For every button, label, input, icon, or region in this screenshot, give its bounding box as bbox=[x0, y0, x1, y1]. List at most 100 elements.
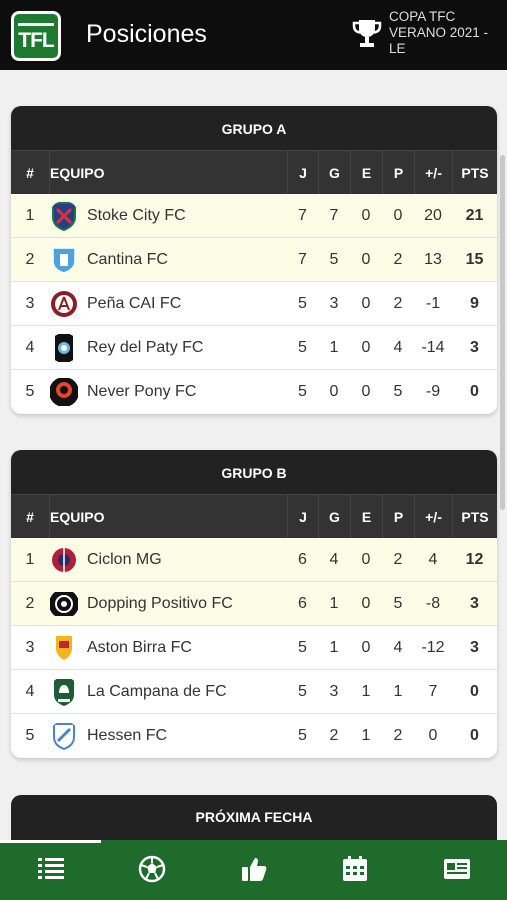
row-g: 1 bbox=[329, 639, 339, 656]
row-j: 5 bbox=[298, 383, 307, 400]
team-cell[interactable]: Aston Birra FC bbox=[49, 626, 287, 670]
row-p: 5 bbox=[393, 595, 403, 612]
team-cell[interactable]: Never Pony FC bbox=[49, 370, 287, 414]
team-cell[interactable]: La Campana de FC bbox=[49, 670, 287, 714]
row-pos: 3 bbox=[25, 295, 35, 312]
row-g: 0 bbox=[329, 383, 339, 400]
row-j: 5 bbox=[298, 295, 307, 312]
team-name: Hessen FC bbox=[87, 727, 168, 744]
row-pos: 1 bbox=[25, 207, 35, 224]
table-row[interactable]: 1 Stoke City FC 7 7 0 0 20 21 bbox=[11, 194, 497, 238]
nav-votes[interactable] bbox=[203, 840, 304, 900]
col-e: E bbox=[350, 495, 382, 539]
page-title: Posiciones bbox=[86, 20, 207, 48]
row-j: 6 bbox=[298, 595, 307, 612]
row-pts: 3 bbox=[470, 639, 479, 656]
col-pts: PTS bbox=[452, 151, 497, 195]
table-row[interactable]: 4 Rey del Paty FC 5 1 0 4 -14 3 bbox=[11, 326, 497, 370]
row-p: 5 bbox=[393, 383, 403, 400]
nav-matches[interactable] bbox=[101, 840, 202, 900]
nav-news[interactable] bbox=[406, 840, 507, 900]
row-e: 0 bbox=[361, 251, 371, 268]
news-icon bbox=[444, 859, 470, 879]
row-e: 0 bbox=[361, 595, 371, 612]
row-g: 1 bbox=[329, 595, 339, 612]
dopping-badge-icon bbox=[50, 592, 78, 616]
row-pos: 5 bbox=[25, 727, 35, 744]
row-pos: 2 bbox=[25, 595, 35, 612]
row-pos: 1 bbox=[25, 551, 35, 568]
nav-calendar[interactable] bbox=[304, 840, 405, 900]
col-dif: +/- bbox=[414, 495, 452, 539]
row-e: 0 bbox=[361, 639, 371, 656]
table-row[interactable]: 2 Dopping Positivo FC 6 1 0 5 -8 3 bbox=[11, 582, 497, 626]
row-j: 5 bbox=[298, 683, 307, 700]
team-name: Peña CAI FC bbox=[87, 295, 182, 312]
group-a-card: GRUPO A # EQUIPO J G E P +/- PTS 1 Stoke… bbox=[11, 106, 497, 414]
team-cell[interactable]: Stoke City FC bbox=[49, 194, 287, 238]
team-name: La Campana de FC bbox=[87, 683, 227, 700]
team-name: Dopping Positivo FC bbox=[87, 595, 233, 612]
team-cell[interactable]: Cantina FC bbox=[49, 238, 287, 282]
row-j: 5 bbox=[298, 339, 307, 356]
tournament-name[interactable]: COPA TFC VERANO 2021 - LE bbox=[389, 9, 504, 57]
team-cell[interactable]: Hessen FC bbox=[49, 714, 287, 758]
tfl-logo: TFL bbox=[11, 11, 61, 61]
pena-cai-badge-icon bbox=[51, 291, 77, 317]
col-p: P bbox=[382, 151, 414, 195]
row-pos: 2 bbox=[25, 251, 35, 268]
row-g: 3 bbox=[329, 683, 339, 700]
row-p: 2 bbox=[393, 727, 403, 744]
row-pts: 0 bbox=[470, 727, 479, 744]
row-dif: 13 bbox=[424, 251, 442, 268]
top-app-bar: TFL Posiciones COPA TFC VERANO 2021 - LE bbox=[0, 0, 507, 70]
row-dif: 0 bbox=[428, 727, 438, 744]
row-pos: 4 bbox=[25, 339, 35, 356]
row-dif: 7 bbox=[428, 683, 438, 700]
next-matchday-card[interactable]: PRÓXIMA FECHA bbox=[11, 795, 497, 840]
never-pony-badge-icon bbox=[50, 378, 78, 406]
row-pts: 0 bbox=[470, 383, 479, 400]
team-cell[interactable]: Peña CAI FC bbox=[49, 282, 287, 326]
nav-standings[interactable] bbox=[0, 840, 101, 900]
table-row[interactable]: 3 Aston Birra FC 5 1 0 4 -12 3 bbox=[11, 626, 497, 670]
row-pts: 3 bbox=[470, 595, 479, 612]
table-header: # EQUIPO J G E P +/- PTS bbox=[11, 494, 497, 539]
table-row[interactable]: 4 La Campana de FC 5 3 1 1 7 0 bbox=[11, 670, 497, 714]
row-e: 0 bbox=[361, 551, 371, 568]
group-title: GRUPO A bbox=[11, 106, 497, 150]
col-g: G bbox=[318, 151, 350, 195]
scrollbar[interactable] bbox=[500, 155, 505, 510]
aston-birra-badge-icon bbox=[56, 636, 72, 660]
row-p: 0 bbox=[393, 207, 403, 224]
col-pts: PTS bbox=[452, 495, 497, 539]
row-g: 2 bbox=[329, 727, 339, 744]
table-row[interactable]: 1 Ciclon MG 6 4 0 2 4 12 bbox=[11, 538, 497, 582]
hessen-badge-icon bbox=[53, 723, 75, 751]
team-cell[interactable]: Rey del Paty FC bbox=[49, 326, 287, 370]
row-pts: 15 bbox=[465, 251, 484, 268]
standings-content[interactable]: GRUPO A # EQUIPO J G E P +/- PTS 1 Stoke… bbox=[0, 70, 507, 840]
table-row[interactable]: 5 Never Pony FC 5 0 0 5 -9 0 bbox=[11, 370, 497, 414]
row-pts: 0 bbox=[470, 683, 479, 700]
table-row[interactable]: 5 Hessen FC 5 2 1 2 0 0 bbox=[11, 714, 497, 758]
col-j: J bbox=[287, 151, 318, 195]
col-team: EQUIPO bbox=[49, 151, 287, 195]
row-dif: -9 bbox=[425, 383, 441, 400]
row-e: 0 bbox=[361, 207, 371, 224]
calendar-icon bbox=[343, 856, 367, 881]
team-name: Rey del Paty FC bbox=[87, 339, 204, 356]
table-row[interactable]: 3 Peña CAI FC 5 3 0 2 -1 9 bbox=[11, 282, 497, 326]
stoke-badge-icon bbox=[52, 202, 76, 231]
team-cell[interactable]: Ciclon MG bbox=[49, 538, 287, 582]
ciclon-badge-icon bbox=[52, 548, 76, 572]
standings-list-icon bbox=[38, 858, 64, 879]
next-matchday-title: PRÓXIMA FECHA bbox=[195, 809, 313, 825]
group-b-card: GRUPO B # EQUIPO J G E P +/- PTS 1 Ciclo… bbox=[11, 450, 497, 758]
table-row[interactable]: 2 Cantina FC 7 5 0 2 13 15 bbox=[11, 238, 497, 282]
team-cell[interactable]: Dopping Positivo FC bbox=[49, 582, 287, 626]
row-pts: 3 bbox=[470, 339, 479, 356]
thumbs-up-icon bbox=[242, 858, 267, 881]
row-e: 0 bbox=[361, 295, 371, 312]
row-j: 7 bbox=[298, 207, 307, 224]
